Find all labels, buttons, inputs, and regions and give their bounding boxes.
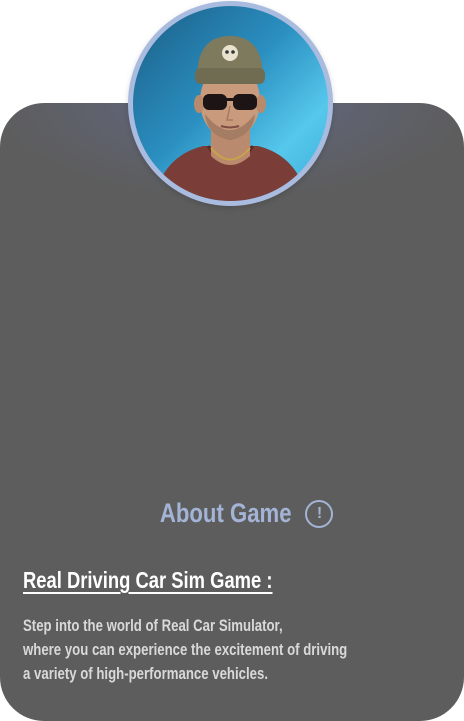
avatar-frame <box>128 1 333 206</box>
game-heading: Real Driving Car Sim Game : <box>23 567 273 593</box>
game-description: Step into the world of Real Car Simulato… <box>23 614 439 686</box>
description-line: where you can experience the excitement … <box>23 641 348 659</box>
character-portrait-icon <box>153 36 308 201</box>
description-line: a variety of high-performance vehicles. <box>23 665 269 683</box>
character-avatar[interactable] <box>133 6 328 201</box>
about-game-header: About Game ! <box>0 498 464 538</box>
description-line: Step into the world of Real Car Simulato… <box>23 617 283 635</box>
info-icon[interactable]: ! <box>305 499 334 528</box>
about-game-title: About Game <box>159 498 292 528</box>
